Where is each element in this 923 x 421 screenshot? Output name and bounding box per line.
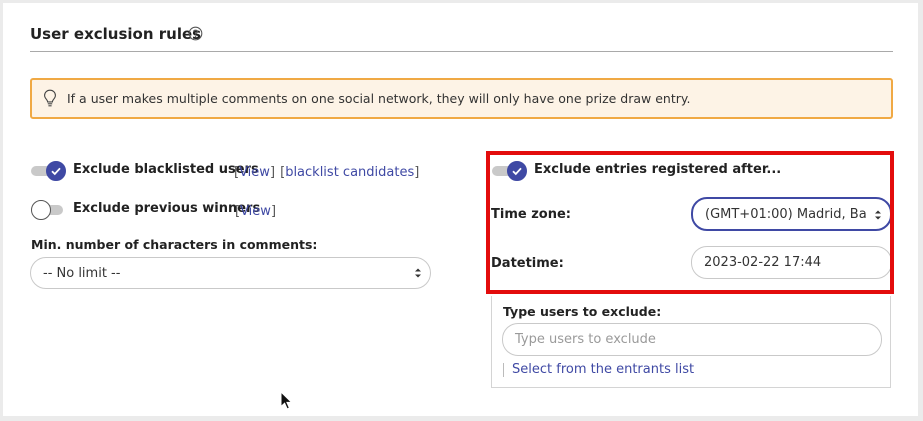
previous-winners-links: [View] [235, 204, 277, 219]
previous-winners-toggle[interactable] [31, 200, 65, 220]
min-chars-select[interactable]: -- No limit -- [30, 257, 431, 289]
exclusion-rules-card: User exclusion rules If a user makes mul… [3, 3, 918, 416]
mouse-cursor-icon [280, 391, 293, 410]
blacklist-toggle[interactable] [31, 161, 66, 181]
select-entrants-link[interactable]: Select from the entrants list [512, 362, 694, 377]
check-icon [51, 167, 61, 176]
blacklist-links: [View] [blacklist candidates] [234, 165, 420, 180]
link-divider [503, 363, 504, 377]
section-title: User exclusion rules [30, 25, 202, 43]
info-banner: If a user makes multiple comments on one… [30, 78, 893, 119]
previous-winners-view-link[interactable]: View [240, 204, 271, 219]
info-text: If a user makes multiple comments on one… [67, 91, 691, 106]
blacklist-label: Exclude blacklisted users [73, 162, 259, 177]
question-circle-icon[interactable] [188, 26, 203, 41]
min-chars-value: -- No limit -- [43, 266, 121, 281]
exclude-users-input[interactable]: Type users to exclude [502, 323, 882, 356]
blacklist-candidates-link[interactable]: blacklist candidates [285, 165, 414, 180]
min-chars-label: Min. number of characters in comments: [31, 237, 318, 252]
exclude-users-label: Type users to exclude: [503, 304, 662, 319]
title-divider [30, 51, 893, 52]
lightbulb-icon [44, 89, 56, 107]
exclude-users-placeholder: Type users to exclude [515, 332, 656, 347]
blacklist-view-link[interactable]: View [239, 165, 270, 180]
highlight-box [486, 151, 894, 294]
previous-winners-label: Exclude previous winners [73, 201, 261, 216]
select-arrows-icon [415, 268, 421, 278]
